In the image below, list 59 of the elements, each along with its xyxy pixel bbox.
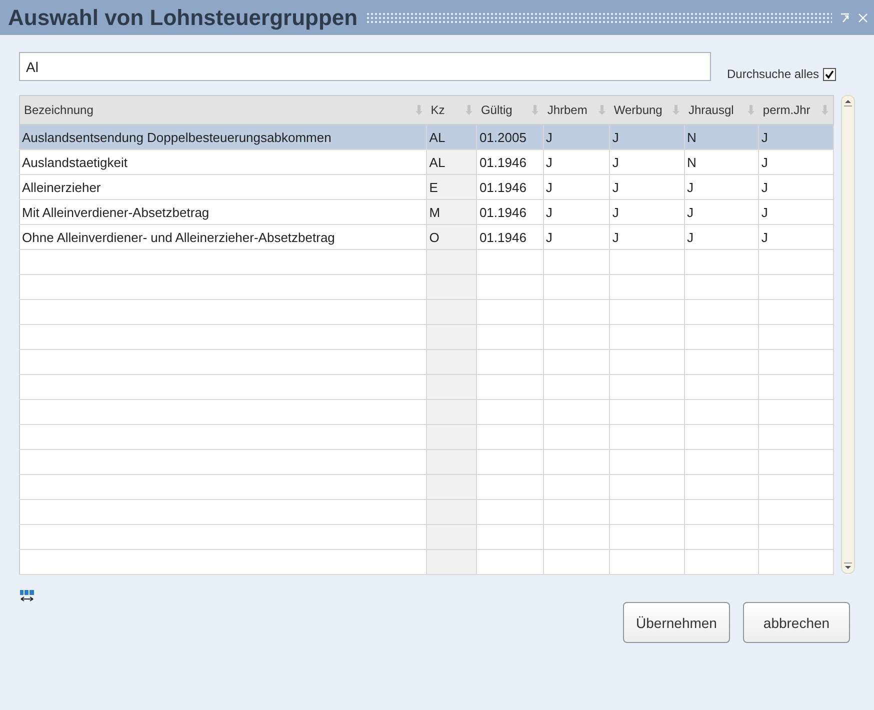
- sort-arrow-icon[interactable]: [414, 104, 423, 116]
- table-cell: J: [543, 124, 610, 150]
- table-cell: Auslandsentsendung Doppelbesteuerungsabkommen: [20, 124, 427, 150]
- table-cell: AL: [426, 124, 477, 150]
- column-header[interactable]: Jhrausgl: [684, 96, 759, 124]
- table-cell: N: [684, 124, 759, 150]
- table-cell: J: [543, 174, 610, 200]
- column-header[interactable]: perm.Jhr: [758, 96, 834, 124]
- column-header[interactable]: Werbung: [610, 96, 684, 124]
- table-cell: 01.1946: [476, 200, 544, 224]
- vertical-scrollbar[interactable]: [841, 95, 855, 574]
- sort-arrow-icon[interactable]: [746, 104, 755, 116]
- sort-arrow-icon[interactable]: [672, 104, 680, 116]
- search-all-checkbox[interactable]: [823, 68, 836, 80]
- table-cell: J: [543, 200, 610, 224]
- table-cell: Ohne Alleinverdiener- und Alleinerzieher-Absetzbetrag: [20, 224, 427, 250]
- column-header[interactable]: Jhrbem: [543, 96, 610, 124]
- table-cell: Alleinerzieher: [20, 174, 427, 200]
- table-cell: 01.1946: [476, 174, 544, 200]
- minimize-icon[interactable]: [840, 12, 850, 22]
- table-cell: J: [610, 224, 684, 250]
- window-title: Auswahl von Lohnsteuergruppen: [8, 4, 358, 30]
- table-cell: J: [758, 224, 834, 250]
- table-cell: J: [610, 200, 684, 224]
- table-cell: J: [610, 174, 684, 200]
- table-cell: AL: [426, 150, 477, 174]
- table-cell: J: [758, 124, 834, 150]
- table-cell: 01.1946: [476, 150, 544, 174]
- sort-arrow-icon[interactable]: [598, 104, 606, 116]
- table-cell: J: [684, 224, 759, 250]
- sort-arrow-icon[interactable]: [464, 104, 473, 116]
- column-header[interactable]: Gültig: [476, 96, 544, 124]
- column-header[interactable]: Bezeichnung: [20, 96, 427, 124]
- table-cell: J: [610, 150, 684, 174]
- search-all-label: Durchsuche alles: [727, 67, 820, 81]
- sort-arrow-icon[interactable]: [531, 104, 540, 116]
- close-icon[interactable]: [858, 12, 868, 22]
- table-cell: J: [610, 124, 684, 150]
- table-cell: E: [426, 174, 477, 200]
- table-cell: Mit Alleinverdiener-Absetzbetrag: [20, 200, 427, 224]
- table-cell: J: [684, 174, 759, 200]
- table-cell: J: [543, 150, 610, 174]
- table-cell: Auslandstaetigkeit: [20, 150, 427, 174]
- column-resize-icon[interactable]: [19, 589, 35, 603]
- table-cell: 01.2005: [476, 124, 544, 150]
- table-cell: O: [426, 224, 477, 250]
- cancel-button[interactable]: abbrechen: [743, 602, 850, 643]
- search-field[interactable]: Al: [19, 52, 711, 81]
- apply-button[interactable]: Übernehmen: [623, 602, 730, 643]
- table-cell: 01.1946: [476, 224, 544, 250]
- column-header[interactable]: Kz: [426, 96, 477, 124]
- sort-arrow-icon[interactable]: [821, 104, 829, 116]
- table-cell: M: [426, 200, 477, 224]
- table-cell: J: [758, 200, 834, 224]
- table-cell: J: [758, 174, 834, 200]
- table-cell: J: [543, 224, 610, 250]
- table-cell: J: [758, 150, 834, 174]
- table-cell: J: [684, 200, 759, 224]
- table-cell: N: [684, 150, 759, 174]
